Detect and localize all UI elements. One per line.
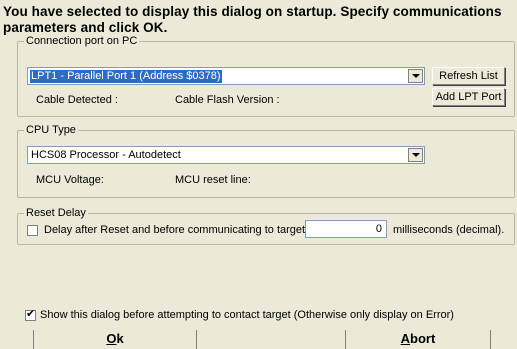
chevron-down-icon[interactable] [408, 148, 423, 162]
reset-delay-checkbox[interactable] [27, 225, 38, 236]
chevron-down-icon[interactable] [408, 69, 423, 83]
abort-rest: bort [410, 331, 436, 346]
connection-port-title: Connection port on PC [24, 34, 140, 48]
abort-accel: A [400, 331, 411, 346]
show-dialog-checkbox[interactable]: ✔ [25, 308, 36, 321]
add-lpt-port-button[interactable]: Add LPT Port [432, 88, 505, 106]
reset-delay-label: Delay after Reset and before communicati… [44, 224, 321, 236]
abort-button[interactable]: Abort [345, 330, 491, 349]
milliseconds-label: milliseconds (decimal). [393, 224, 505, 236]
ok-rest: k [116, 331, 124, 346]
reset-delay-title: Reset Delay [24, 206, 88, 220]
cable-detected-label: Cable Detected : [36, 94, 118, 106]
checkmark-icon: ✔ [26, 308, 36, 320]
cpu-select[interactable]: HCS08 Processor - Autodetect [27, 146, 425, 164]
dialog-heading: You have selected to display this dialog… [3, 4, 502, 35]
ok-button[interactable]: Ok [33, 330, 197, 349]
port-select-value: LPT1 - Parallel Port 1 (Address $0378) [29, 69, 223, 84]
delay-ms-input[interactable]: 0 [305, 220, 387, 238]
cable-flash-version-label: Cable Flash Version : [175, 94, 280, 106]
ok-accel: O [106, 331, 117, 346]
show-dialog-label: Show this dialog before attempting to co… [40, 309, 454, 321]
cpu-type-title: CPU Type [24, 123, 78, 137]
mcu-voltage-label: MCU Voltage: [36, 174, 104, 186]
cpu-select-value: HCS08 Processor - Autodetect [31, 149, 181, 161]
port-select[interactable]: LPT1 - Parallel Port 1 (Address $0378) [27, 67, 425, 85]
cpu-type-group: CPU Type [17, 123, 515, 198]
mcu-reset-line-label: MCU reset line: [175, 174, 251, 186]
refresh-list-button[interactable]: Refresh List [432, 67, 505, 85]
